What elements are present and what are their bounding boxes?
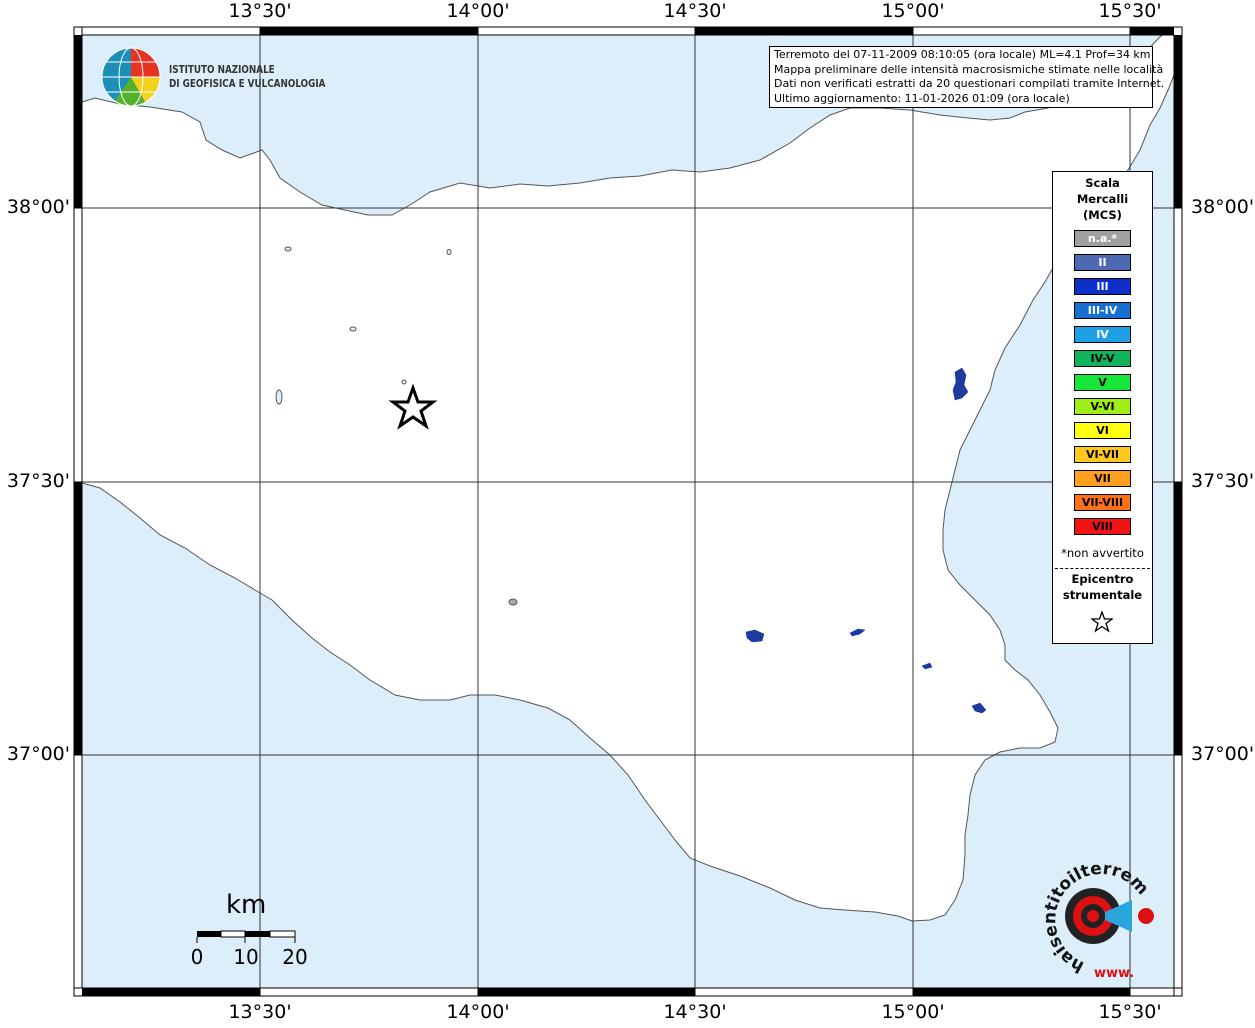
intensity-legend: Scala Mercalli (MCS) n.a.* II III III-IV IV I… — [1052, 171, 1153, 644]
event-title: Terremoto del 07-11-2009 08:10:05 (ora l… — [774, 48, 1151, 61]
epicenter-label-2: strumentale — [1062, 588, 1143, 602]
legend-swatch-ii: II — [1074, 254, 1131, 271]
lon-tick-top: 14°00' — [446, 0, 510, 22]
legend-swatch-viii: VIII — [1074, 518, 1131, 535]
lat-tick-left: 37°30' — [6, 470, 70, 492]
legend-title-3: (MCS) — [1083, 208, 1122, 222]
lon-tick-top: 13°30' — [228, 0, 292, 22]
svg-text:haisentitoilterremoto.it: haisentitoilterremoto.it — [1030, 855, 1152, 977]
lon-tick-top: 15°00' — [881, 0, 945, 22]
scale-label: 20 — [282, 945, 308, 969]
lon-tick-top: 14°30' — [663, 0, 727, 22]
lon-tick-bottom: 14°00' — [446, 1001, 510, 1023]
hsit-logo-text: haisentitoilterremoto.it www. — [1030, 855, 1152, 980]
hsit-text: haisentitoilterremoto.it — [1030, 855, 1152, 977]
lat-tick-right: 37°00' — [1191, 743, 1255, 765]
intensity-map: 13°30' 14°00' 14°30' 15°00' 15°30' 13°30… — [0, 0, 1255, 1024]
lake — [508, 598, 518, 606]
lat-tick-left: 38°00' — [6, 196, 70, 218]
lake — [275, 389, 283, 405]
legend-swatch-vi-vii: VI-VII — [1074, 446, 1131, 463]
legend-swatch-iii-iv: III-IV — [1074, 302, 1131, 319]
legend-star-icon — [1091, 611, 1113, 633]
ingv-line2: DI GEOFISICA E VULCANOLOGIA — [169, 77, 326, 90]
lake — [401, 379, 407, 385]
lon-tick-bottom: 15°00' — [881, 1001, 945, 1023]
lon-tick-bottom: 13°30' — [228, 1001, 292, 1023]
legend-swatch-v: V — [1074, 374, 1131, 391]
legend-swatch-vii: VII — [1074, 470, 1131, 487]
legend-swatch-iv-v: IV-V — [1074, 350, 1131, 367]
lat-tick-right: 37°30' — [1191, 470, 1255, 492]
ingv-logo-text: ISTITUTO NAZIONALE DI GEOFISICA E VULCAN… — [169, 63, 325, 91]
legend-swatch-v-vi: V-VI — [1074, 398, 1131, 415]
lon-tick-top: 15°30' — [1098, 0, 1162, 22]
ingv-logo-icon — [101, 47, 161, 107]
lake — [446, 249, 452, 255]
legend-title-2: Mercalli — [1076, 192, 1129, 206]
lat-tick-left: 37°00' — [6, 743, 70, 765]
last-update: Ultimo aggiornamento: 11-01-2026 01:09 (… — [774, 91, 1070, 105]
legend-swatch-n-a: n.a.* — [1074, 230, 1131, 247]
legend-swatch-iii: III — [1074, 278, 1131, 295]
data-source-note: Dati non verificati estratti da 20 quest… — [774, 77, 1165, 91]
lon-tick-bottom: 15°30' — [1098, 1001, 1162, 1023]
legend-separator — [1055, 568, 1150, 569]
lake — [284, 246, 292, 252]
ingv-line1: ISTITUTO NAZIONALE — [169, 63, 275, 76]
legend-note: *non avvertito — [1061, 546, 1144, 560]
map-description: Mappa preliminare delle intensità macros… — [774, 62, 1164, 76]
legend-swatch-vii-viii: VII-VIII — [1074, 494, 1131, 511]
legend-title-1: Scala — [1085, 176, 1120, 190]
scale-unit: km — [226, 890, 267, 920]
legend-swatch-iv: IV — [1074, 326, 1131, 343]
hsit-url: www. — [1094, 966, 1134, 980]
scale-label: 0 — [190, 945, 204, 969]
lat-tick-right: 38°00' — [1191, 196, 1255, 218]
event-info-box: Terremoto del 07-11-2009 08:10:05 (ora l… — [769, 46, 1165, 108]
lon-tick-bottom: 14°30' — [663, 1001, 727, 1023]
epicenter-label-1: Epicentro — [1071, 572, 1134, 586]
scale-label: 10 — [233, 945, 259, 969]
legend-swatch-vi: VI — [1074, 422, 1131, 439]
lake — [349, 326, 357, 332]
